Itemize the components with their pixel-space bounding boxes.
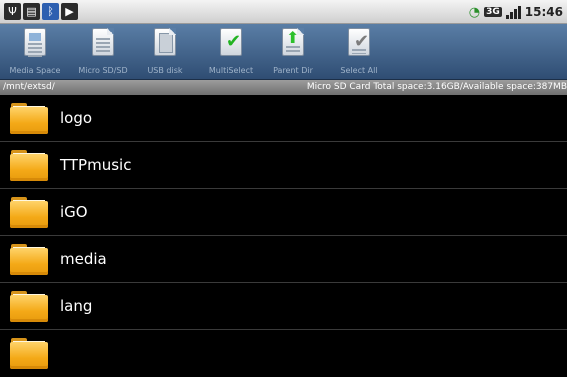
- file-name: iGO: [60, 203, 88, 221]
- list-item[interactable]: TTPmusic: [0, 142, 567, 189]
- list-item[interactable]: logo: [0, 95, 567, 142]
- list-item[interactable]: iGO: [0, 189, 567, 236]
- usb-disk-button[interactable]: USB disk: [134, 26, 196, 78]
- path-bar: /mnt/extsd/ Micro SD Card Total space:3.…: [0, 80, 567, 95]
- select-all-button[interactable]: ✔ Select All: [328, 26, 390, 78]
- parent-dir-button[interactable]: ⬆ Parent Dir: [262, 26, 324, 78]
- bluetooth-icon: ᛒ: [42, 3, 59, 20]
- multiselect-button[interactable]: ✔ MultiSelect: [200, 26, 262, 78]
- media-play-icon: ▶: [61, 3, 78, 20]
- sd-card-icon: [92, 28, 114, 56]
- folder-icon: [10, 291, 48, 322]
- multiselect-icon: ✔: [220, 28, 242, 56]
- multiselect-label: MultiSelect: [208, 66, 254, 75]
- usb-disk-label: USB disk: [147, 66, 183, 75]
- folder-icon: [10, 150, 48, 181]
- usb-disk-icon: [154, 28, 176, 56]
- file-name: logo: [60, 109, 93, 127]
- folder-icon: [10, 338, 48, 369]
- file-name: TTPmusic: [60, 156, 132, 174]
- micro-sd-button[interactable]: Micro SD/SD: [72, 26, 134, 78]
- signal-icon: [505, 5, 521, 19]
- file-list: logo TTPmusic iGO media lang: [0, 95, 567, 369]
- select-all-icon: ✔: [348, 28, 370, 56]
- folder-icon: [10, 197, 48, 228]
- media-space-label: Media Space: [9, 66, 61, 75]
- storage-space-info: Micro SD Card Total space:3.16GB/Availab…: [306, 82, 567, 92]
- micro-sd-label: Micro SD/SD: [78, 66, 128, 75]
- usb-icon: Ψ: [4, 3, 21, 20]
- folder-icon: [10, 244, 48, 275]
- status-bar: Ψ ▤ ᛒ ▶ ◔ 3G 15:46: [0, 0, 567, 24]
- parent-dir-label: Parent Dir: [273, 66, 313, 75]
- toolbar: Media Space Micro SD/SD USB disk ✔ Multi…: [0, 24, 567, 80]
- clock: 15:46: [524, 5, 563, 19]
- 3g-icon: 3G: [484, 7, 502, 17]
- gps-icon: ◔: [468, 4, 481, 20]
- folder-icon: [10, 103, 48, 134]
- list-item[interactable]: lang: [0, 283, 567, 330]
- file-name: media: [60, 250, 107, 268]
- current-path: /mnt/extsd/: [3, 82, 55, 92]
- select-all-label: Select All: [340, 66, 378, 75]
- storage-icon: ▤: [23, 3, 40, 20]
- list-item[interactable]: media: [0, 236, 567, 283]
- parent-dir-icon: ⬆: [282, 28, 304, 56]
- file-name: lang: [60, 297, 93, 315]
- media-space-button[interactable]: Media Space: [4, 26, 66, 78]
- list-item-partial[interactable]: [0, 330, 567, 377]
- media-space-icon: [24, 28, 46, 57]
